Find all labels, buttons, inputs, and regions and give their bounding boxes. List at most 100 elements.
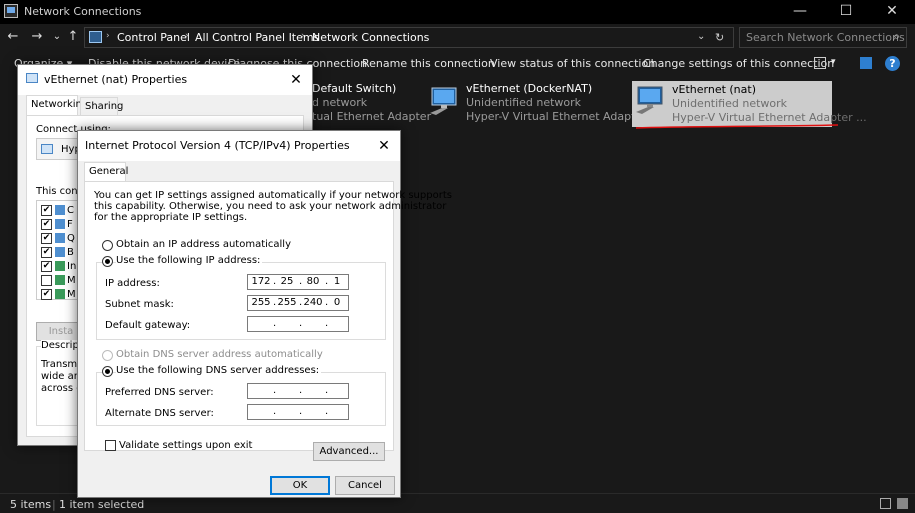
alternate-dns-label: Alternate DNS server: bbox=[105, 408, 214, 419]
ipv4-title: Internet Protocol Version 4 (TCP/IPv4) P… bbox=[85, 139, 350, 152]
large-icons-view-icon[interactable] bbox=[897, 498, 908, 509]
subnet-mask-field[interactable]: 255 . 255 . 240 . 0 bbox=[247, 295, 349, 311]
adapter-nat[interactable]: vEthernet (nat) Unidentified network Hyp… bbox=[632, 81, 867, 127]
refresh-icon[interactable]: ↻ bbox=[715, 31, 724, 44]
item-checkbox[interactable]: ✔ bbox=[41, 205, 52, 216]
octet-dot: . bbox=[325, 318, 329, 329]
adapter-device: tual Ethernet Adapter bbox=[312, 110, 432, 123]
adapter-dockernat[interactable]: vEthernet (DockerNAT) Unidentified netwo… bbox=[426, 82, 661, 126]
default-gateway-field[interactable]: . . . bbox=[247, 316, 349, 332]
ip-octet: 80 bbox=[306, 276, 320, 287]
obtain-dns-label: Obtain DNS server address automatically bbox=[116, 349, 323, 360]
adapter-status: Unidentified network bbox=[466, 96, 582, 109]
mask-octet: 255 bbox=[277, 297, 297, 308]
help-icon[interactable]: ? bbox=[885, 56, 900, 71]
view-status-button[interactable]: View status of this connection bbox=[490, 57, 655, 70]
mask-octet: 255 bbox=[251, 297, 271, 308]
item-checkbox[interactable]: ✔ bbox=[41, 219, 52, 230]
address-dropdown-icon[interactable]: ⌄ bbox=[697, 31, 705, 42]
use-dns-label: Use the following DNS server addresses: bbox=[116, 365, 322, 376]
octet-dot: . bbox=[273, 385, 277, 396]
preferred-dns-field[interactable]: . . . bbox=[247, 383, 349, 399]
octet-dot: . bbox=[299, 385, 303, 396]
cancel-button[interactable]: Cancel bbox=[335, 476, 395, 495]
ok-button[interactable]: OK bbox=[270, 476, 330, 495]
item-icon bbox=[55, 205, 65, 215]
item-label: B bbox=[67, 247, 74, 258]
octet-dot: . bbox=[325, 406, 329, 417]
advanced-button[interactable]: Advanced... bbox=[313, 442, 385, 461]
item-label: F bbox=[67, 219, 73, 230]
forward-arrow-icon[interactable]: → bbox=[28, 28, 46, 46]
adapter-status: d network bbox=[312, 96, 368, 109]
item-icon bbox=[55, 261, 65, 271]
ipv4-dialog: Internet Protocol Version 4 (TCP/IPv4) P… bbox=[77, 130, 452, 498]
use-ip-radio[interactable] bbox=[102, 256, 113, 267]
validate-checkbox[interactable] bbox=[105, 440, 116, 451]
change-settings-button[interactable]: Change settings of this connection bbox=[643, 57, 834, 70]
adapter-small-icon bbox=[41, 144, 53, 154]
ip-address-label: IP address: bbox=[105, 278, 160, 289]
intro-line: You can get IP settings assigned automat… bbox=[94, 190, 452, 201]
ipv4-close-button[interactable]: ✕ bbox=[374, 136, 394, 156]
item-label: C bbox=[67, 205, 74, 216]
up-arrow-icon[interactable]: ↑ bbox=[64, 28, 82, 46]
obtain-ip-label: Obtain an IP address automatically bbox=[116, 239, 292, 250]
general-panel: You can get IP settings assigned automat… bbox=[84, 181, 452, 461]
item-icon bbox=[55, 275, 65, 285]
view-options-dropdown[interactable]: ▾ bbox=[831, 57, 836, 67]
item-label: M bbox=[67, 275, 76, 286]
maximize-button[interactable]: ☐ bbox=[823, 0, 869, 24]
ip-octet: 25 bbox=[280, 276, 294, 287]
pane-toggle-icon[interactable] bbox=[860, 57, 872, 69]
item-checkbox[interactable] bbox=[41, 275, 52, 286]
red-underline-annotation bbox=[635, 124, 839, 129]
selected-count: 1 item selected bbox=[59, 498, 145, 511]
ip-address-field[interactable]: 172 . 25 . 80 . 1 bbox=[247, 274, 349, 290]
octet-dot: . bbox=[273, 406, 277, 417]
minimize-button[interactable]: — bbox=[777, 0, 823, 24]
tab-sharing[interactable]: Sharing bbox=[80, 97, 123, 115]
window-title: Network Connections bbox=[24, 5, 142, 18]
adapter-name: vEthernet (nat) bbox=[672, 83, 756, 96]
properties-title: vEthernet (nat) Properties bbox=[44, 73, 188, 86]
tab-networking[interactable]: Networking bbox=[26, 95, 88, 115]
adapter-small-icon bbox=[26, 73, 38, 83]
item-checkbox[interactable]: ✔ bbox=[41, 247, 52, 258]
alternate-dns-field[interactable]: . . . bbox=[247, 404, 349, 420]
preferred-dns-label: Preferred DNS server: bbox=[105, 387, 214, 398]
address-bar[interactable]: › Control Panel › All Control Panel Item… bbox=[84, 27, 734, 48]
breadcrumb-separator-icon: › bbox=[301, 31, 305, 41]
adapter-name: Default Switch) bbox=[312, 82, 397, 95]
search-input[interactable]: Search Network Connections ⌕ bbox=[739, 27, 907, 48]
ipv4-title-bar: Internet Protocol Version 4 (TCP/IPv4) P… bbox=[78, 131, 400, 161]
properties-close-button[interactable]: ✕ bbox=[286, 70, 306, 90]
tab-general[interactable]: General bbox=[84, 162, 128, 182]
rename-button[interactable]: Rename this connection bbox=[362, 57, 495, 70]
octet-dot: . bbox=[299, 318, 303, 329]
item-checkbox[interactable]: ✔ bbox=[41, 233, 52, 244]
octet-dot: . bbox=[273, 318, 277, 329]
network-connections-icon bbox=[4, 4, 18, 18]
item-label: In bbox=[67, 261, 77, 272]
default-gateway-label: Default gateway: bbox=[105, 320, 191, 331]
details-view-icon[interactable] bbox=[880, 498, 891, 509]
view-options-icon[interactable] bbox=[814, 57, 826, 69]
item-checkbox[interactable]: ✔ bbox=[41, 261, 52, 272]
back-arrow-icon[interactable]: ← bbox=[4, 28, 22, 46]
breadcrumb-separator-icon: › bbox=[106, 31, 110, 41]
title-bar: Network Connections — ☐ ✕ bbox=[0, 0, 915, 24]
item-icon bbox=[55, 233, 65, 243]
breadcrumb-control-panel[interactable]: Control Panel bbox=[117, 31, 190, 44]
obtain-ip-radio[interactable] bbox=[102, 240, 113, 251]
breadcrumb-separator-icon: › bbox=[185, 31, 189, 41]
item-label: M bbox=[67, 289, 76, 300]
use-dns-radio[interactable] bbox=[102, 366, 113, 377]
obtain-dns-radio[interactable] bbox=[102, 350, 113, 361]
description-line: Transmi bbox=[41, 359, 80, 370]
item-checkbox[interactable]: ✔ bbox=[41, 289, 52, 300]
intro-line: for the appropriate IP settings. bbox=[94, 212, 248, 223]
close-button[interactable]: ✕ bbox=[869, 0, 915, 24]
breadcrumb-network-connections[interactable]: Network Connections bbox=[312, 31, 429, 44]
adapter-name: vEthernet (DockerNAT) bbox=[466, 82, 593, 95]
